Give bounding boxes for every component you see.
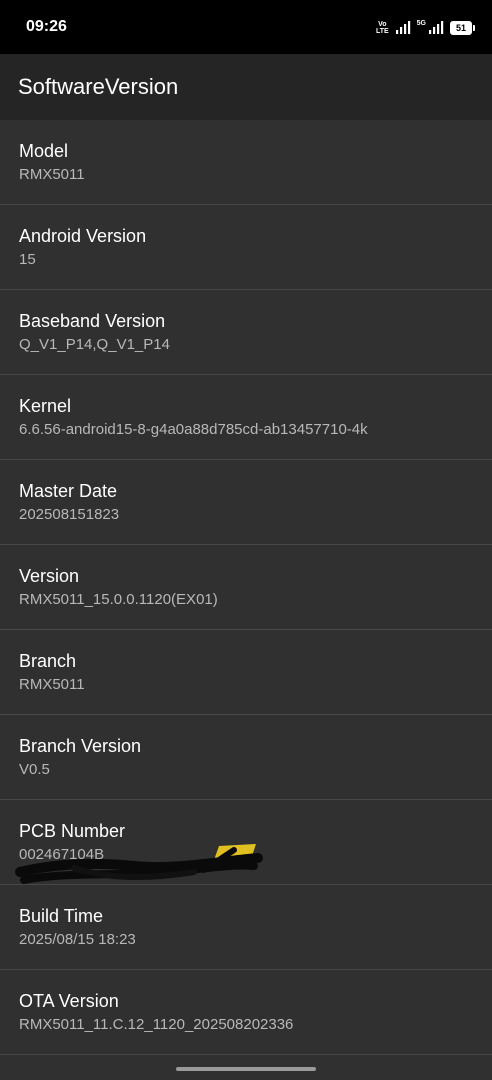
item-value: RMX5011 <box>19 676 85 693</box>
item-label: Master Date <box>19 481 118 501</box>
item-label: Baseband Version <box>19 311 166 331</box>
item-label: Branch Version <box>19 736 142 756</box>
item-value: 15 <box>19 251 36 268</box>
list-item-baseband-version: Baseband Version Q_V1_P14,Q_V1_P14 <box>0 290 492 375</box>
volte-top-label: Vo <box>378 21 387 28</box>
volte-bottom-label: LTE <box>375 28 389 35</box>
list-item-ota-version: OTA Version RMX5011_11.C.12_1120_2025082… <box>0 970 492 1055</box>
list-item-version: Version RMX5011_15.0.0.1120(EX01) <box>0 545 492 630</box>
item-value: V0.5 <box>19 761 50 778</box>
status-time: 09:26 <box>26 18 67 35</box>
app-bar: SoftwareVersion <box>0 54 492 120</box>
list-item-kernel: Kernel 6.6.56-android15-8-g4a0a88d785cd-… <box>0 375 492 460</box>
item-label: Branch <box>19 651 77 671</box>
item-value: RMX5011_15.0.0.1120(EX01) <box>19 591 218 608</box>
list-item-branch: Branch RMX5011 <box>0 630 492 715</box>
battery-icon: 51 <box>450 21 475 35</box>
page-title: SoftwareVersion <box>18 74 179 99</box>
item-value: RMX5011 <box>19 166 85 183</box>
item-value: RMX5011_11.C.12_1120_202508202336 <box>19 1016 294 1033</box>
item-label: OTA Version <box>19 991 119 1011</box>
item-value: 6.6.56-android15-8-g4a0a88d785cd-ab13457… <box>19 421 368 438</box>
item-label: PCB Number <box>19 821 126 841</box>
item-value: 202508151823 <box>19 506 120 523</box>
list-item-branch-version: Branch Version V0.5 <box>0 715 492 800</box>
item-label: Model <box>19 141 69 161</box>
status-icons: Vo LTE 5G 51 <box>376 18 475 38</box>
list-item-model: Model RMX5011 <box>0 120 492 205</box>
list-item-android-version: Android Version 15 <box>0 205 492 290</box>
signal-icon-secondary <box>429 21 444 34</box>
item-value: 2025/08/15 18:23 <box>19 931 136 948</box>
status-bar: 09:26 Vo LTE 5G 51 <box>0 0 492 54</box>
item-label: Android Version <box>19 226 147 246</box>
item-label: Build Time <box>19 906 104 926</box>
item-label: Kernel <box>19 396 72 416</box>
item-label: Version <box>19 566 80 586</box>
volte-icon: Vo LTE <box>376 21 389 35</box>
info-list: Model RMX5011 Android Version 15 Baseban… <box>0 120 492 1055</box>
list-item-build-time: Build Time 2025/08/15 18:23 <box>0 885 492 970</box>
item-value: Q_V1_P14,Q_V1_P14 <box>19 336 170 353</box>
network-5g-label: 5G <box>416 20 426 27</box>
list-item-pcb-number: PCB Number 002467104B <box>0 800 492 885</box>
home-indicator[interactable] <box>176 1067 316 1071</box>
list-item-master-date: Master Date 202508151823 <box>0 460 492 545</box>
redaction-scribble <box>15 844 263 884</box>
signal-icon <box>395 21 410 34</box>
